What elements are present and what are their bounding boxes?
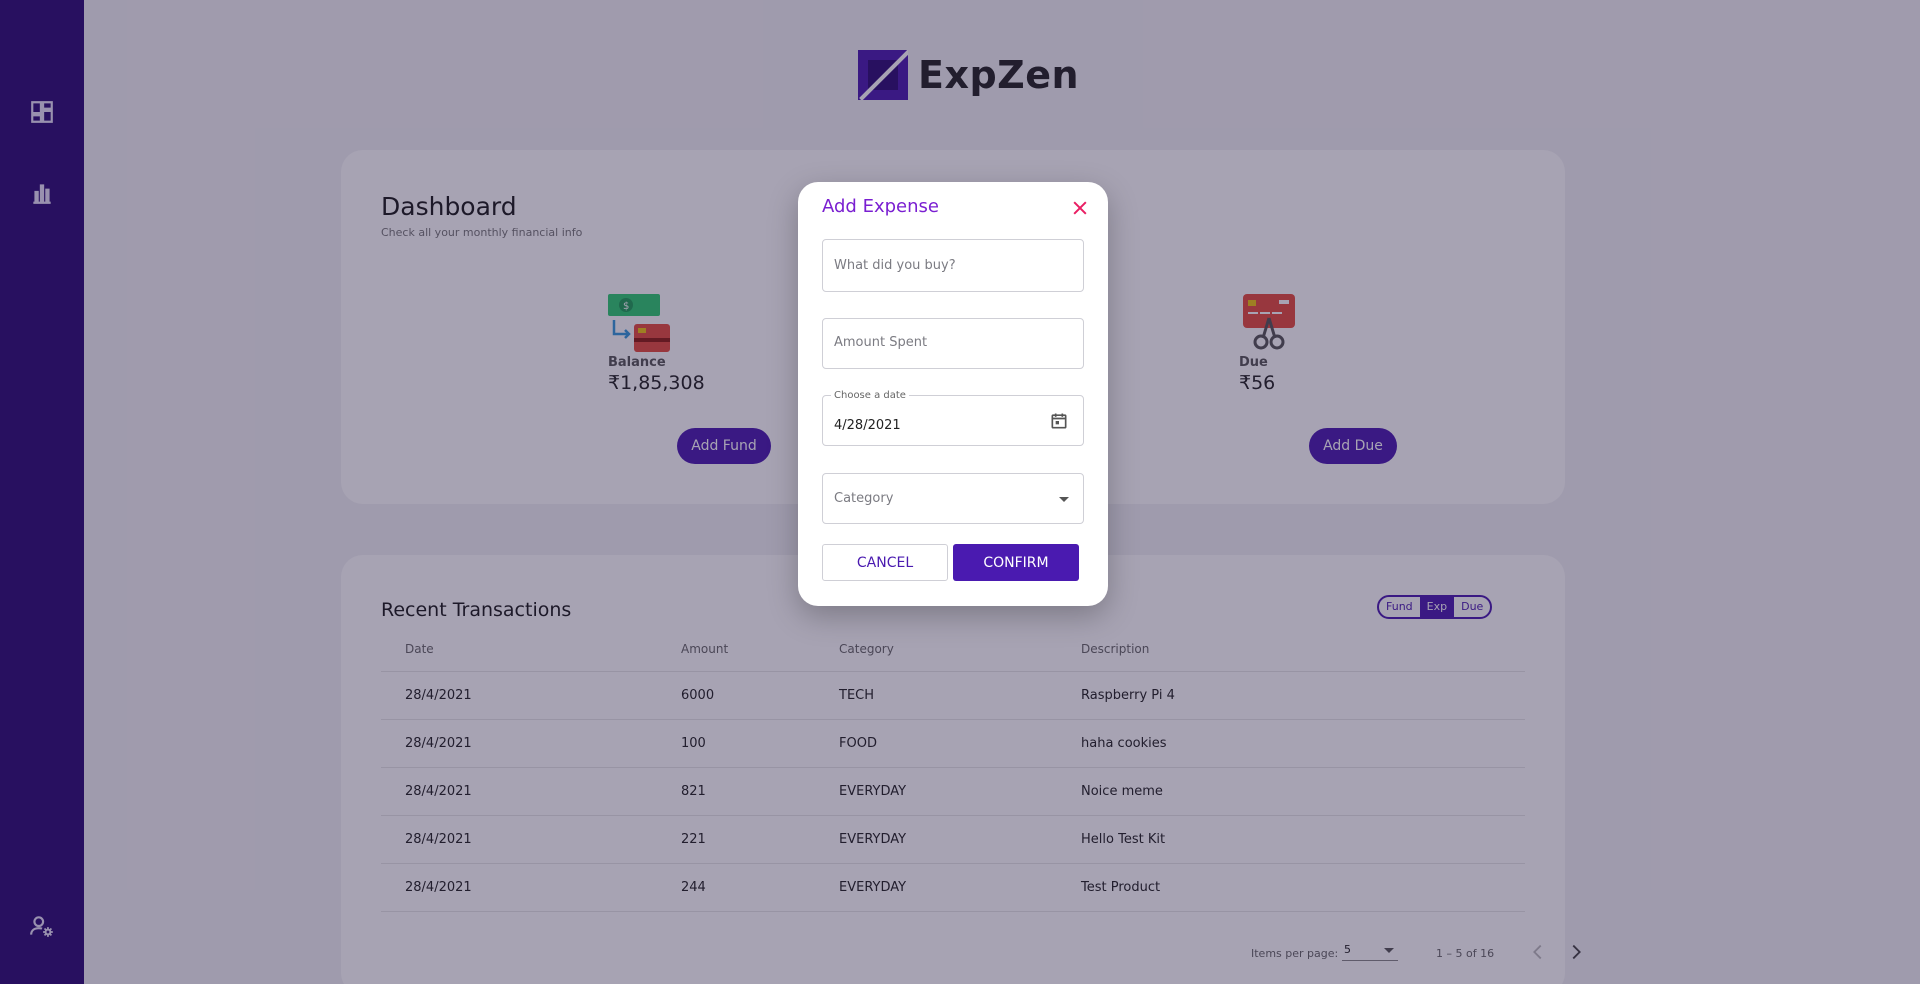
date-input[interactable]: Choose a date 4/28/2021 bbox=[822, 390, 1084, 446]
chevron-down-icon bbox=[1059, 497, 1069, 502]
category-select[interactable]: Category bbox=[822, 473, 1084, 524]
item-name-placeholder: What did you buy? bbox=[834, 258, 956, 273]
dialog-title: Add Expense bbox=[822, 196, 939, 217]
amount-input[interactable]: Amount Spent bbox=[822, 318, 1084, 369]
close-icon bbox=[1073, 201, 1087, 215]
cancel-button[interactable]: CANCEL bbox=[822, 544, 948, 581]
category-placeholder: Category bbox=[834, 491, 894, 506]
date-label: Choose a date bbox=[831, 390, 909, 401]
close-button[interactable] bbox=[1070, 198, 1090, 218]
item-name-input[interactable]: What did you buy? bbox=[822, 239, 1084, 292]
amount-placeholder: Amount Spent bbox=[834, 335, 928, 350]
add-expense-dialog: Add Expense What did you buy? Amount Spe… bbox=[798, 182, 1108, 606]
confirm-button[interactable]: CONFIRM bbox=[953, 544, 1079, 581]
date-value: 4/28/2021 bbox=[834, 418, 901, 433]
calendar-icon[interactable] bbox=[1049, 411, 1069, 431]
